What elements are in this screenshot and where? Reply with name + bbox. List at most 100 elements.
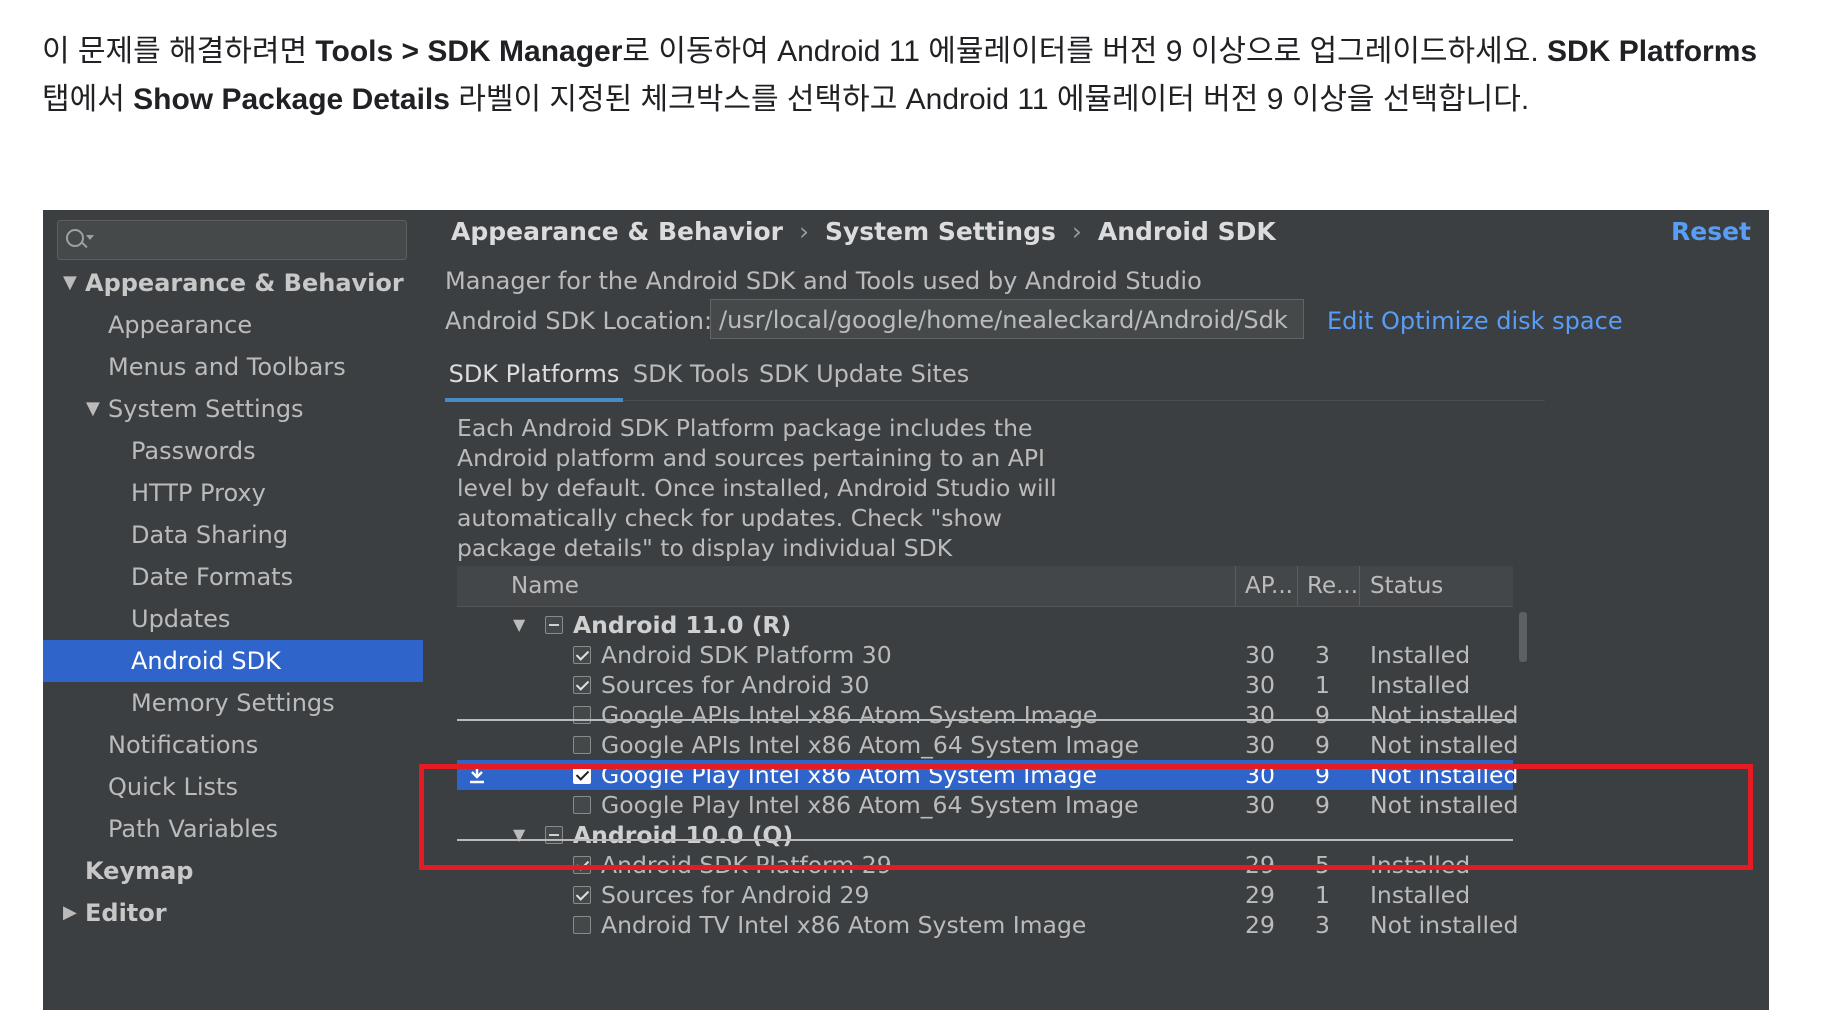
sidebar-item-label: Updates: [131, 605, 231, 633]
sidebar-item-label: Keymap: [85, 857, 194, 885]
sidebar-item-http-proxy[interactable]: HTTP Proxy: [43, 472, 423, 514]
sidebar-item-label: Path Variables: [108, 815, 279, 843]
sidebar-item-memory-settings[interactable]: Memory Settings: [43, 682, 423, 724]
tab-sdk-update-sites[interactable]: SDK Update Sites: [759, 350, 969, 398]
table-header: Name AP... Re... Status: [457, 566, 1513, 607]
breadcrumb-separator: ›: [799, 217, 809, 246]
intro-bold-tools-sdk-manager: Tools > SDK Manager: [315, 35, 623, 68]
intro-text-1: 이 문제를 해결하려면: [42, 35, 316, 68]
package-checkbox[interactable]: [573, 736, 591, 754]
sidebar-item-label: Appearance: [108, 311, 253, 339]
package-checkbox[interactable]: [573, 886, 591, 904]
package-revision: 3: [1315, 641, 1330, 669]
package-name: Sources for Android 30: [601, 671, 870, 699]
sidebar-item-label: HTTP Proxy: [131, 479, 266, 507]
package-revision: 1: [1315, 881, 1330, 909]
table-row[interactable]: Android SDK Platform 30 30 3 Installed: [457, 640, 1513, 670]
breadcrumb-item-android-sdk: Android SDK: [1097, 217, 1276, 246]
sidebar-item-system-settings[interactable]: ▼ System Settings: [43, 388, 423, 430]
sidebar-item-path-variables[interactable]: Path Variables: [43, 808, 423, 850]
search-icon: [66, 229, 84, 247]
tab-sdk-platforms[interactable]: SDK Platforms: [445, 350, 623, 402]
package-status: Not installed: [1370, 701, 1519, 729]
package-checkbox[interactable]: [573, 646, 591, 664]
package-name: Google APIs Intel x86 Atom System Image: [601, 701, 1098, 729]
settings-sidebar: ▼ Appearance & Behavior Appearance Menus an…: [43, 210, 423, 1010]
sdk-location-field[interactable]: /usr/local/google/home/nealeckard/Androi…: [710, 299, 1304, 339]
package-revision: 3: [1315, 911, 1330, 939]
breadcrumb: Appearance & Behavior › System Settings › An…: [451, 210, 1276, 254]
breadcrumb-item-appearance-behavior: Appearance & Behavior: [451, 217, 783, 246]
package-status: Installed: [1370, 881, 1471, 909]
package-checkbox[interactable]: [573, 706, 591, 724]
sidebar-item-notifications[interactable]: Notifications: [43, 724, 423, 766]
sidebar-item-appearance-behavior[interactable]: ▼ Appearance & Behavior: [43, 262, 423, 304]
sidebar-item-label: Appearance & Behavior: [85, 269, 404, 297]
table-group-row[interactable]: ▼ Android 11.0 (R): [457, 610, 1513, 640]
edit-link[interactable]: Edit: [1327, 306, 1373, 336]
package-status: Installed: [1370, 641, 1471, 669]
tab-sdk-tools[interactable]: SDK Tools: [623, 350, 759, 398]
intro-bold-sdk-platforms: SDK Platforms: [1547, 35, 1758, 68]
sidebar-item-menus-and-toolbars[interactable]: Menus and Toolbars: [43, 346, 423, 388]
package-checkbox[interactable]: [573, 676, 591, 694]
sidebar-item-label: Editor: [85, 899, 167, 927]
sidebar-item-passwords[interactable]: Passwords: [43, 430, 423, 472]
expand-arrow-icon[interactable]: ▼: [63, 262, 77, 304]
scrollbar-thumb[interactable]: [1519, 612, 1527, 662]
sidebar-item-label: Data Sharing: [131, 521, 289, 549]
settings-search-input[interactable]: [57, 220, 407, 260]
sdk-location-label: Android SDK Location:: [445, 307, 713, 335]
sidebar-item-appearance[interactable]: Appearance: [43, 304, 423, 346]
package-checkbox[interactable]: [573, 916, 591, 934]
column-header-status[interactable]: Status: [1370, 566, 1443, 606]
intro-text-2: 로 이동하여 Android 11 에뮬레이터를 버전 9 이상으로 업그레이드…: [622, 35, 1548, 68]
chevron-down-icon: [86, 235, 94, 240]
settings-content: Appearance & Behavior › System Settings › An…: [423, 210, 1769, 1010]
package-name: Android SDK Platform 30: [601, 641, 892, 669]
breadcrumb-item-system-settings: System Settings: [825, 217, 1056, 246]
sidebar-item-label: Notifications: [108, 731, 259, 759]
column-header-revision[interactable]: Re...: [1307, 566, 1358, 606]
sidebar-item-date-formats[interactable]: Date Formats: [43, 556, 423, 598]
package-name: Sources for Android 29: [601, 881, 870, 909]
table-row[interactable]: Android TV Intel x86 Atom System Image 29…: [457, 910, 1518, 940]
sidebar-item-data-sharing[interactable]: Data Sharing: [43, 514, 423, 556]
sidebar-item-label: Memory Settings: [131, 689, 335, 717]
package-revision: 9: [1315, 701, 1330, 729]
sidebar-item-android-sdk[interactable]: Android SDK: [43, 640, 423, 682]
row-clip-overlay: [457, 719, 1513, 721]
package-name: Google APIs Intel x86 Atom_64 System Ima…: [601, 731, 1139, 759]
package-api-level: 30: [1245, 641, 1275, 669]
sdk-tabs: SDK Platforms SDK Tools SDK Update Sites: [445, 350, 1545, 402]
package-api-level: 29: [1245, 911, 1275, 939]
optimize-disk-space-link[interactable]: Optimize disk space: [1381, 306, 1623, 336]
package-api-level: 29: [1245, 881, 1275, 909]
package-name: Android TV Intel x86 Atom System Image: [601, 911, 1087, 939]
package-revision: 9: [1315, 731, 1330, 759]
table-row[interactable]: Sources for Android 30 30 1 Installed: [457, 670, 1513, 700]
sidebar-item-keymap[interactable]: Keymap: [43, 850, 423, 892]
column-header-api[interactable]: AP...: [1245, 566, 1293, 606]
package-api-level: 30: [1245, 731, 1275, 759]
column-header-name[interactable]: Name: [511, 566, 579, 606]
package-revision: 1: [1315, 671, 1330, 699]
intro-bold-show-package-details: Show Package Details: [133, 83, 450, 116]
sidebar-item-label: System Settings: [108, 395, 304, 423]
sidebar-item-label: Menus and Toolbars: [108, 353, 346, 381]
settings-window: ▼ Appearance & Behavior Appearance Menus an…: [43, 210, 1769, 1010]
table-row[interactable]: Sources for Android 29 29 1 Installed: [457, 880, 1513, 910]
group-checkbox[interactable]: [545, 616, 563, 634]
reset-link[interactable]: Reset: [1671, 210, 1751, 254]
expand-arrow-icon[interactable]: ▼: [513, 610, 525, 640]
collapse-arrow-icon[interactable]: ▶: [63, 892, 77, 934]
sidebar-item-quick-lists[interactable]: Quick Lists: [43, 766, 423, 808]
table-row[interactable]: Google APIs Intel x86 Atom System Image 3…: [457, 700, 1518, 730]
highlight-box: [419, 764, 1753, 870]
package-api-level: 30: [1245, 701, 1275, 729]
expand-arrow-icon[interactable]: ▼: [86, 388, 100, 430]
package-status: Not installed: [1370, 911, 1519, 939]
table-row[interactable]: Google APIs Intel x86 Atom_64 System Ima…: [457, 730, 1518, 760]
sidebar-item-updates[interactable]: Updates: [43, 598, 423, 640]
sidebar-item-editor[interactable]: ▶ Editor: [43, 892, 423, 934]
